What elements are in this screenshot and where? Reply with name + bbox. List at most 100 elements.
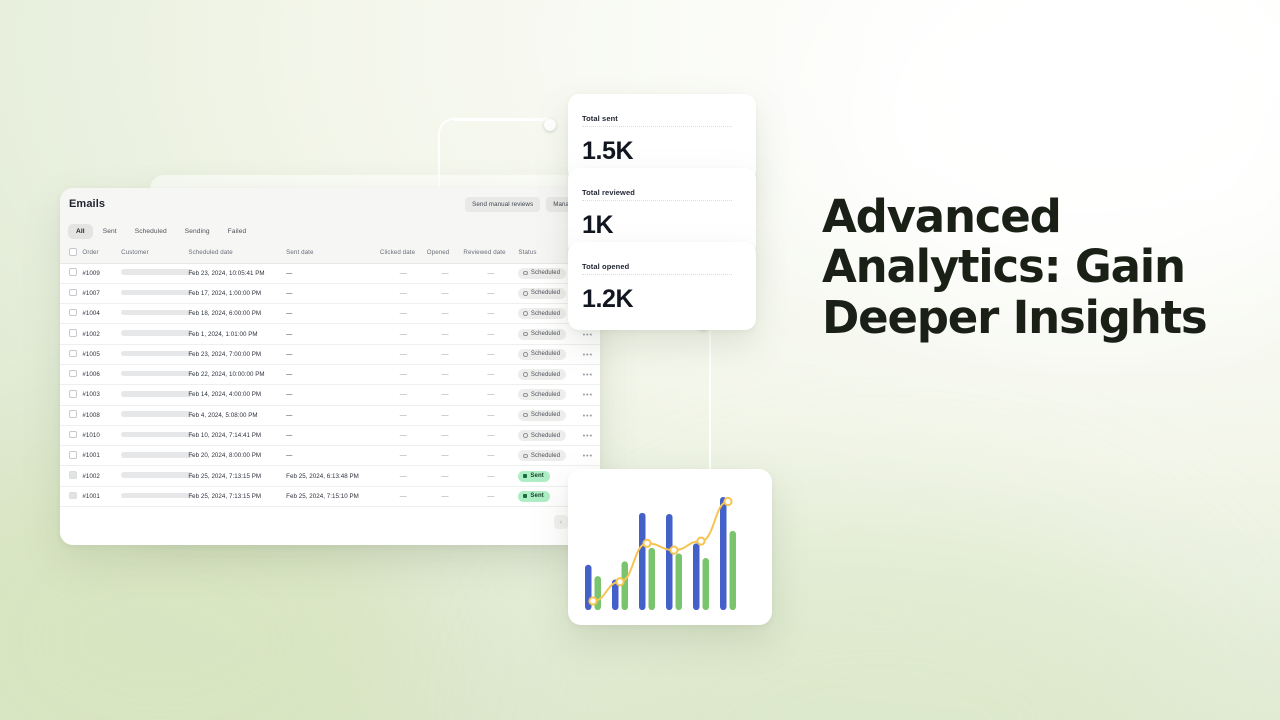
table-row[interactable]: #1009 Feb 23, 2024, 10:05:41 PM — — — — Schedu… bbox=[60, 263, 600, 284]
cell-order: #1001 bbox=[82, 445, 122, 467]
table-row[interactable]: #1008 Feb 4, 2024, 5:08:00 PM — — — — Schedule… bbox=[60, 405, 600, 426]
table-row[interactable]: #1005 Feb 23, 2024, 7:00:00 PM — — — — Schedul… bbox=[60, 344, 600, 365]
table-row[interactable]: #1001 Feb 25, 2024, 7:13:15 PM Feb 25, 202… bbox=[60, 486, 600, 508]
cell-sent-date: — bbox=[286, 303, 380, 325]
cell-status: Scheduled bbox=[518, 263, 576, 284]
table-body: #1009 Feb 23, 2024, 10:05:41 PM — — — — Schedu… bbox=[60, 263, 600, 508]
empty-value: — bbox=[487, 289, 495, 297]
send-manual-reviews-button[interactable]: Send manual reviews bbox=[465, 196, 541, 212]
emails-panel-header: Emails Send manual reviews Manage di bbox=[60, 188, 600, 220]
stat-value: 1.2K bbox=[582, 285, 634, 313]
customer-placeholder-bar bbox=[121, 370, 194, 377]
cell-scheduled-date: Feb 22, 2024, 10:00:00 PM bbox=[188, 364, 287, 386]
column-header-clicked-date[interactable]: Clicked date bbox=[379, 244, 427, 264]
table-row[interactable]: #1007 Feb 17, 2024, 1:00:00 PM — — — — Schedul… bbox=[60, 283, 600, 305]
table-row[interactable]: #1010 Feb 10, 2024, 7:14:41 PM — — — — Schedul… bbox=[60, 425, 600, 447]
row-more-icon[interactable]: ••• bbox=[583, 390, 593, 399]
cell-customer bbox=[121, 405, 194, 426]
column-header-order[interactable]: Order bbox=[82, 244, 122, 264]
row-select-cell bbox=[60, 445, 83, 467]
cell-scheduled-date: Feb 20, 2024, 8:00:00 PM bbox=[188, 445, 287, 467]
cell-opened: — bbox=[426, 364, 464, 386]
row-more-icon[interactable]: ••• bbox=[583, 350, 593, 359]
row-checkbox[interactable] bbox=[69, 268, 77, 276]
table-row[interactable]: #1001 Feb 20, 2024, 8:00:00 PM — — — — Schedul… bbox=[60, 445, 600, 467]
trend-marker-4 bbox=[696, 536, 706, 546]
cell-reviewed-date: — bbox=[463, 344, 519, 365]
table-row[interactable]: #1003 Feb 14, 2024, 4:00:00 PM — — — — Schedul… bbox=[60, 384, 600, 406]
row-checkbox[interactable] bbox=[69, 430, 77, 439]
row-checkbox[interactable] bbox=[69, 308, 77, 317]
cell-clicked-date: — bbox=[379, 303, 427, 325]
cell-sent-date: — bbox=[286, 323, 380, 345]
row-checkbox[interactable] bbox=[69, 329, 77, 337]
status-badge-label: Scheduled bbox=[530, 331, 561, 338]
tab-scheduled[interactable]: Scheduled bbox=[127, 224, 175, 239]
select-all-header[interactable] bbox=[60, 244, 83, 264]
tab-sent[interactable]: Sent bbox=[95, 224, 125, 239]
customer-placeholder-bar bbox=[121, 431, 194, 438]
cell-order: #1003 bbox=[82, 384, 122, 406]
column-header-status[interactable]: Status bbox=[518, 244, 576, 264]
cell-scheduled-date: Feb 23, 2024, 7:00:00 PM bbox=[188, 344, 287, 365]
status-indicator-icon bbox=[523, 372, 528, 377]
tab-failed[interactable]: Failed bbox=[220, 224, 255, 239]
select-all-checkbox[interactable] bbox=[69, 248, 77, 256]
row-checkbox[interactable] bbox=[69, 451, 77, 459]
row-more-icon[interactable]: ••• bbox=[583, 330, 593, 339]
column-header-scheduled-date[interactable]: Scheduled date bbox=[188, 244, 287, 264]
table-row[interactable]: #1004 Feb 18, 2024, 6:00:00 PM — — — — Schedul… bbox=[60, 303, 600, 325]
row-checkbox[interactable] bbox=[69, 410, 77, 418]
row-more-icon[interactable]: ••• bbox=[583, 451, 593, 460]
tab-sending[interactable]: Sending bbox=[177, 224, 218, 239]
row-more-icon[interactable]: ••• bbox=[583, 370, 593, 379]
cell-customer bbox=[121, 364, 194, 386]
row-more-icon[interactable]: ••• bbox=[583, 411, 593, 420]
cell-status: Sent bbox=[518, 486, 576, 508]
column-header-sent-date[interactable]: Sent date bbox=[286, 244, 380, 264]
cell-sent-date: — bbox=[286, 425, 380, 447]
status-indicator-icon bbox=[523, 392, 528, 398]
cell-clicked-date: — bbox=[379, 425, 427, 447]
analytics-chart-card bbox=[568, 469, 772, 625]
empty-value: — bbox=[441, 350, 449, 358]
column-header-opened[interactable]: Opened bbox=[426, 244, 464, 264]
table-header: Order Customer Scheduled date Sent date … bbox=[60, 244, 600, 264]
empty-value: — bbox=[399, 269, 407, 277]
cell-order: #1007 bbox=[82, 283, 122, 305]
row-checkbox[interactable] bbox=[69, 390, 77, 398]
cell-customer bbox=[121, 465, 194, 487]
table-row[interactable]: #1002 Feb 1, 2024, 1:01:00 PM — — — — Schedule… bbox=[60, 323, 600, 345]
bar-opened-4 bbox=[702, 558, 709, 610]
cell-sent-date: — bbox=[286, 384, 380, 406]
tab-all[interactable]: All bbox=[68, 224, 93, 239]
row-checkbox[interactable] bbox=[69, 349, 77, 358]
row-checkbox[interactable] bbox=[69, 369, 77, 378]
table-row[interactable]: #1002 Feb 25, 2024, 7:13:15 PM Feb 25, 202… bbox=[60, 465, 600, 487]
bar-sent-2 bbox=[639, 512, 646, 610]
empty-value: — bbox=[441, 472, 449, 480]
status-badge: Scheduled bbox=[518, 308, 567, 320]
column-header-reviewed-date[interactable]: Reviewed date bbox=[463, 244, 519, 264]
cell-reviewed-date: — bbox=[463, 323, 519, 345]
pagination-prev-button[interactable]: ‹ bbox=[554, 515, 568, 530]
empty-value: — bbox=[487, 371, 495, 379]
empty-value: — bbox=[441, 289, 449, 297]
row-more-icon[interactable]: ••• bbox=[583, 431, 593, 440]
cell-row-actions: ••• bbox=[575, 405, 600, 426]
status-badge-label: Scheduled bbox=[530, 371, 561, 378]
table-row[interactable]: #1006 Feb 22, 2024, 10:00:00 PM — — — — Schedu… bbox=[60, 364, 600, 386]
row-checkbox[interactable] bbox=[69, 491, 77, 500]
cell-status: Scheduled bbox=[518, 344, 576, 365]
row-checkbox[interactable] bbox=[69, 471, 77, 479]
empty-value: — bbox=[487, 492, 495, 500]
stat-value: 1K bbox=[582, 211, 614, 239]
cell-clicked-date: — bbox=[379, 384, 427, 406]
cell-order: #1002 bbox=[82, 323, 122, 345]
cell-sent-date: — bbox=[286, 283, 380, 305]
cell-order: #1009 bbox=[82, 263, 122, 284]
cell-opened: — bbox=[426, 263, 464, 284]
row-checkbox[interactable] bbox=[69, 288, 77, 297]
column-header-customer[interactable]: Customer bbox=[121, 244, 189, 264]
cell-customer bbox=[121, 344, 194, 365]
